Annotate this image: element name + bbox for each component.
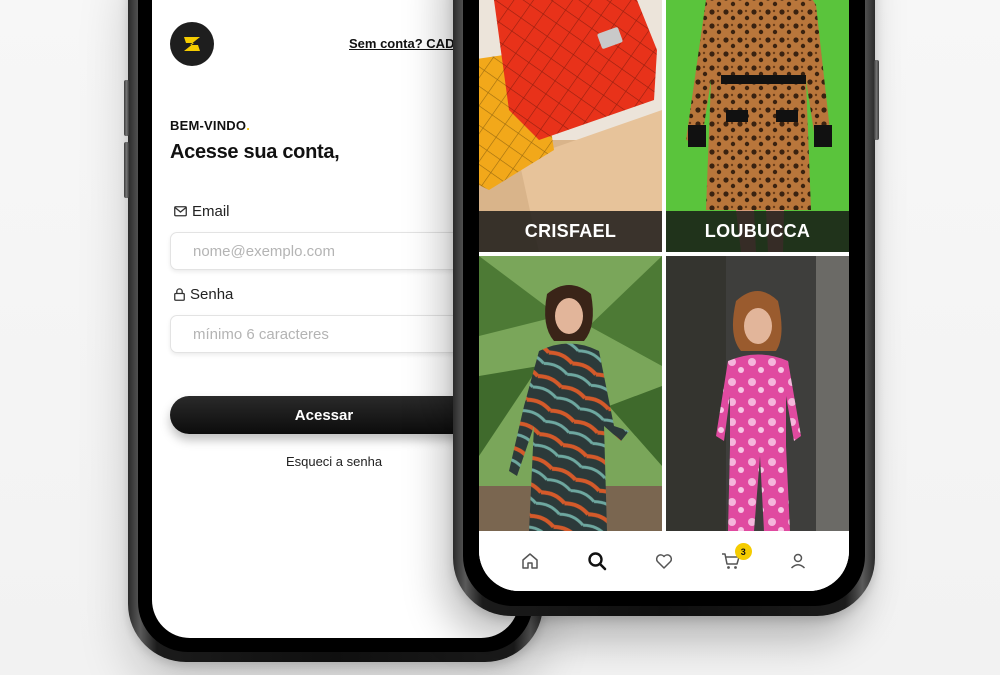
catalog-phone: CRISFAEL LOUBUCCA 3 [453, 0, 879, 616]
power-button [874, 60, 879, 140]
email-label: Email [174, 203, 230, 220]
user-icon [788, 551, 808, 576]
tab-cart[interactable]: 3 [719, 543, 752, 575]
email-label-text: Email [192, 203, 230, 220]
catalog-screen: CRISFAEL LOUBUCCA 3 [479, 0, 849, 591]
tie-dye-outfit-image [666, 256, 849, 531]
lock-icon [174, 288, 185, 301]
password-label-text: Senha [190, 286, 234, 303]
password-field[interactable] [170, 315, 480, 353]
tab-search[interactable] [585, 551, 609, 575]
brand-tile-4[interactable] [666, 256, 849, 531]
welcome-label: BEM-VINDO. [170, 118, 250, 133]
tab-profile[interactable] [786, 551, 810, 575]
volume-down-button [124, 142, 129, 198]
brand-tile-3[interactable] [479, 256, 662, 531]
cart-badge: 3 [734, 543, 752, 560]
mail-icon [174, 206, 187, 217]
brand-label: CRISFAEL [479, 211, 662, 252]
email-field[interactable] [170, 232, 480, 270]
brand-tile-loubucca[interactable]: LOUBUCCA [666, 0, 849, 252]
printed-dress-image [479, 256, 662, 531]
tab-home[interactable] [518, 551, 542, 575]
bottom-tab-bar: 3 [479, 531, 849, 591]
search-icon [587, 551, 607, 576]
welcome-dot: . [246, 118, 251, 133]
tab-favorites[interactable] [652, 551, 676, 575]
z-logo-icon [170, 22, 214, 66]
brand-grid: CRISFAEL LOUBUCCA [479, 0, 849, 531]
page-title: Acesse sua conta, [170, 141, 340, 163]
password-label: Senha [174, 286, 233, 303]
brand-tile-crisfael[interactable]: CRISFAEL [479, 0, 662, 252]
heart-icon [654, 551, 674, 576]
brand-label: LOUBUCCA [666, 211, 849, 252]
home-icon [520, 551, 540, 576]
welcome-text: BEM-VINDO [170, 118, 247, 133]
volume-up-button [124, 80, 129, 136]
